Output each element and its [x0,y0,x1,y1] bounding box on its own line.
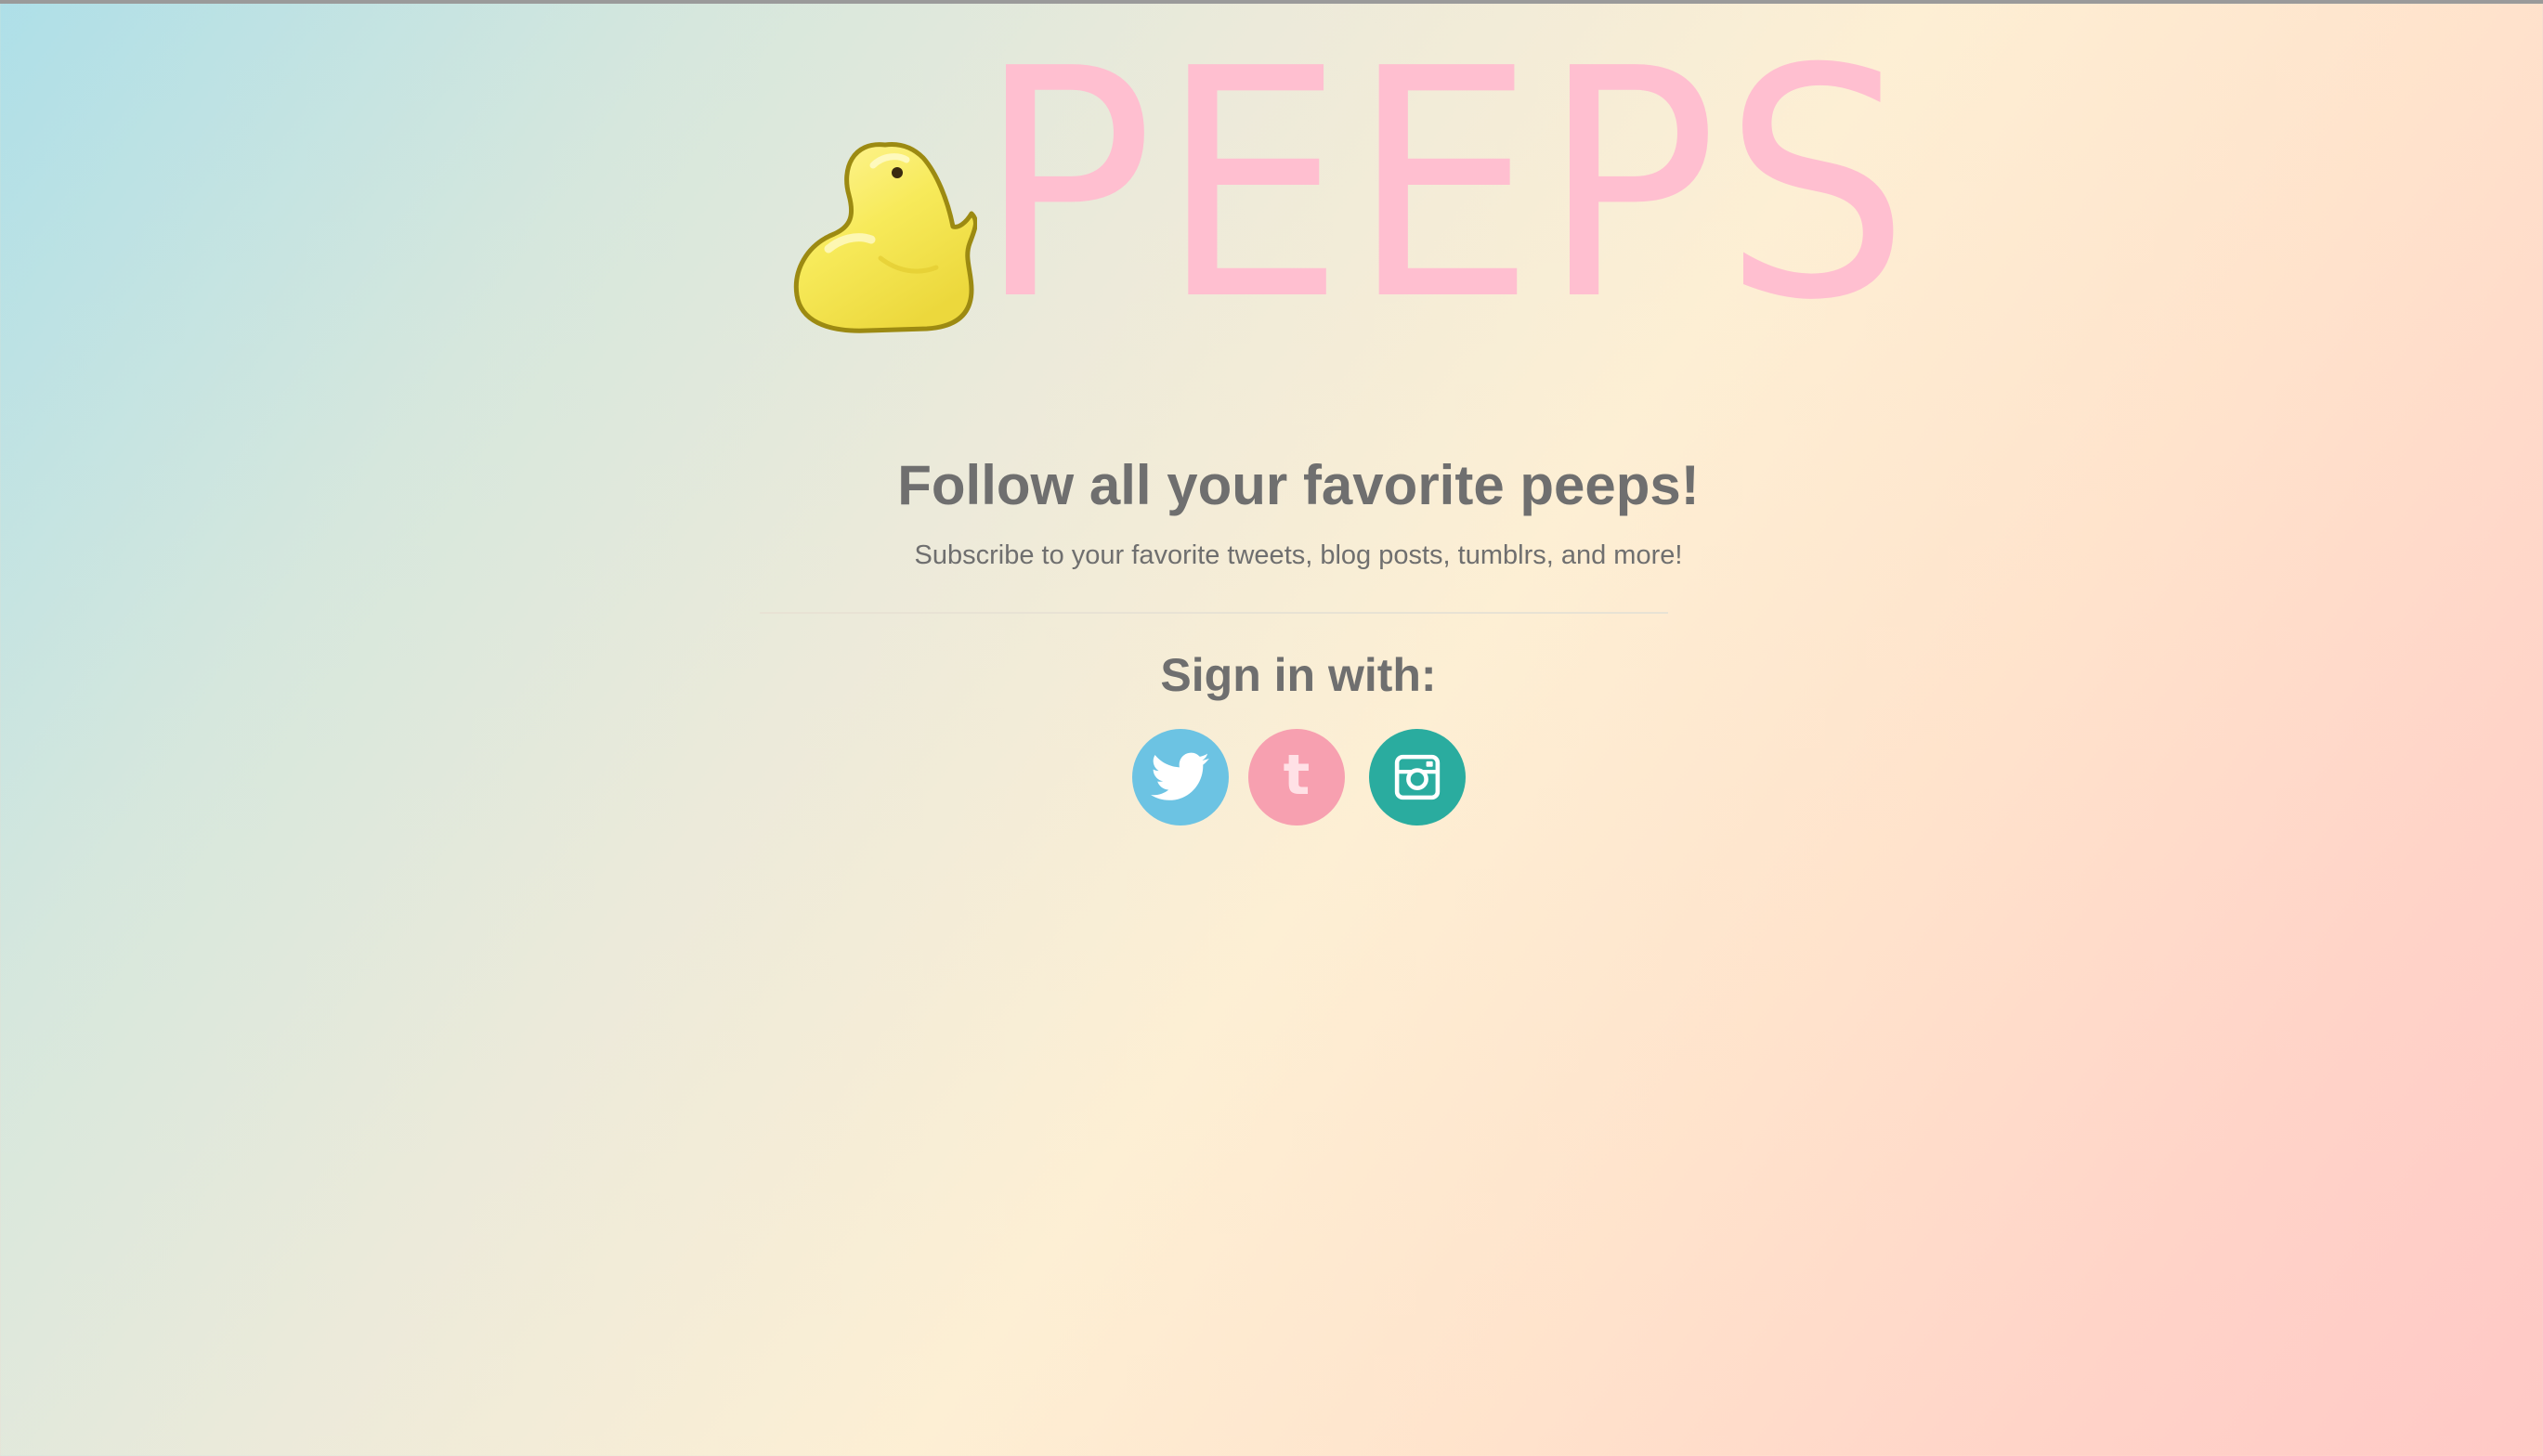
tumblr-icon: t [1283,743,1311,808]
instagram-signin-button[interactable] [1369,729,1466,826]
section-divider [760,612,1668,614]
hero-subheadline: Subscribe to your favorite tweets, blog … [914,540,1683,570]
twitter-bird-icon [1151,752,1209,800]
tumblr-signin-button[interactable]: t [1248,729,1345,826]
signin-title: Sign in with: [1160,649,1437,701]
twitter-signin-button[interactable] [1132,729,1229,826]
yellow-chick-icon [793,142,977,333]
hero-headline: Follow all your favorite peeps! [897,454,1700,516]
peeps-wordmark: PEEPS [977,2,1915,370]
instagram-camera-icon [1394,754,1441,800]
